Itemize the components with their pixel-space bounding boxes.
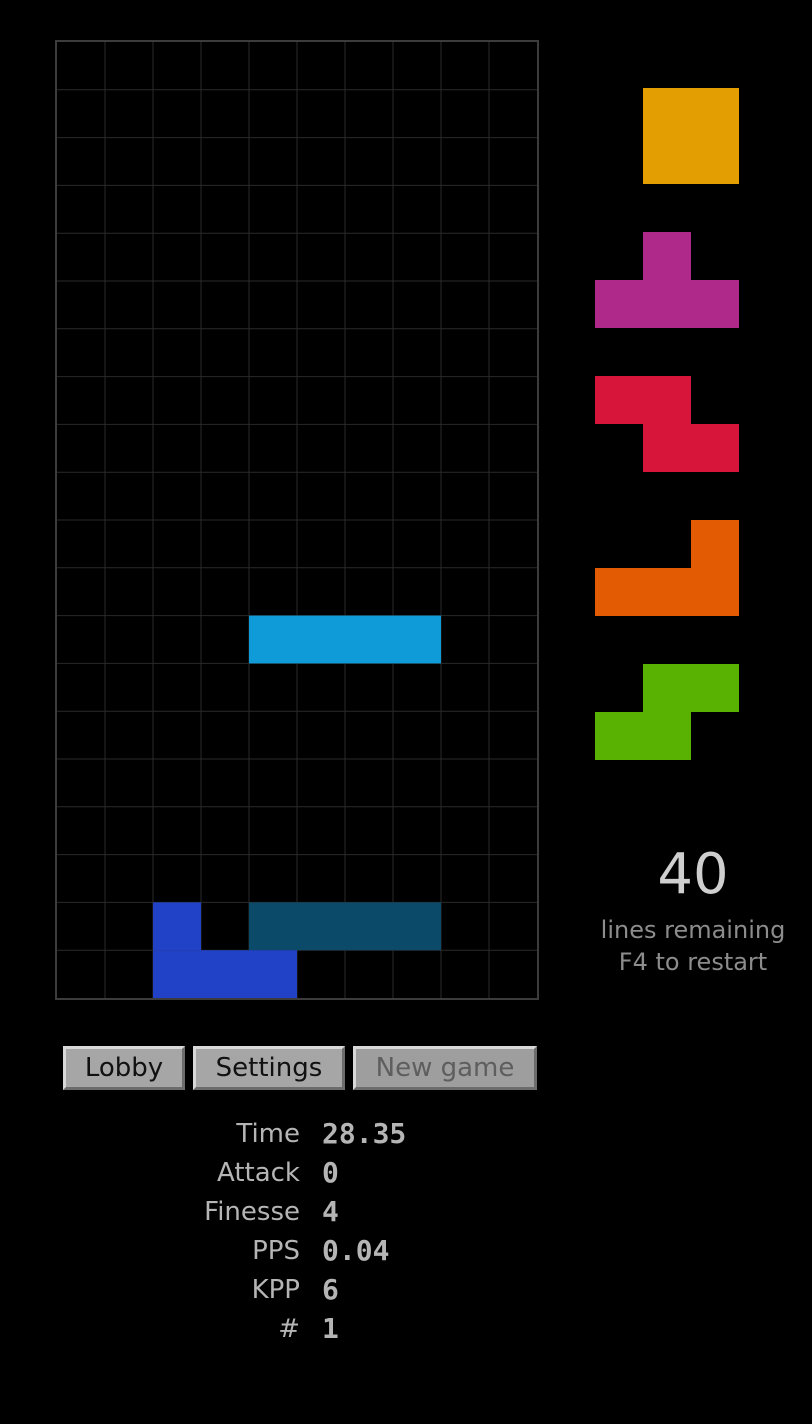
stat-row-piece-count: # 1 — [150, 1309, 406, 1348]
stat-label: KPP — [251, 1274, 300, 1305]
stat-value: 0 — [322, 1156, 339, 1189]
new-game-button[interactable]: New game — [353, 1046, 537, 1090]
queue-block — [691, 136, 739, 184]
queue-block — [691, 568, 739, 616]
block-i-ghost — [249, 902, 297, 951]
queue-block — [691, 424, 739, 472]
stat-row-kpp: KPP 6 — [150, 1270, 406, 1309]
board-grid — [57, 42, 537, 998]
stat-row-pps: PPS 0.04 — [150, 1231, 406, 1270]
lines-remaining-count: 40 — [657, 842, 729, 907]
queue-block — [643, 280, 691, 328]
queue-block — [595, 280, 643, 328]
queue-piece-l — [595, 520, 739, 616]
stats-panel: Time 28.35 Attack 0 Finesse 4 PPS 0.04 K… — [150, 1114, 406, 1348]
queue-piece-z — [595, 376, 739, 472]
block-j — [153, 950, 201, 998]
queue-piece-o — [643, 88, 739, 184]
stat-label: # — [278, 1313, 300, 1344]
queue-block — [595, 712, 643, 760]
stat-row-attack: Attack 0 — [150, 1153, 406, 1192]
queue-block — [595, 568, 643, 616]
queue-block — [643, 712, 691, 760]
stat-value: 1 — [322, 1312, 339, 1345]
stat-label: PPS — [252, 1235, 300, 1266]
queue-block — [691, 520, 739, 568]
stat-label: Attack — [216, 1157, 300, 1188]
block-i-falling — [345, 615, 393, 664]
stat-label: Time — [236, 1118, 300, 1149]
block-i-ghost — [345, 902, 393, 951]
block-i-falling — [249, 615, 297, 664]
block-i-ghost — [297, 902, 345, 951]
stat-value: 6 — [322, 1273, 339, 1306]
lines-remaining-label: lines remaining — [600, 916, 786, 944]
block-i-falling — [393, 615, 441, 664]
queue-block — [643, 376, 691, 424]
game-board — [55, 40, 539, 1000]
queue-piece-t — [595, 232, 739, 328]
stat-value: 28.35 — [322, 1117, 407, 1150]
stat-value: 0.04 — [322, 1234, 390, 1267]
lobby-button[interactable]: Lobby — [63, 1046, 185, 1090]
queue-block — [691, 88, 739, 136]
queue-piece-s — [595, 664, 739, 760]
block-i-ghost — [393, 902, 441, 951]
queue-block — [643, 664, 691, 712]
restart-hint: F4 to restart — [618, 948, 768, 976]
stat-value: 4 — [322, 1195, 339, 1228]
block-i-falling — [297, 615, 345, 664]
stat-row-time: Time 28.35 — [150, 1114, 406, 1153]
stat-label: Finesse — [204, 1196, 300, 1227]
queue-block — [691, 664, 739, 712]
queue-block — [691, 280, 739, 328]
queue-block — [643, 568, 691, 616]
block-j — [249, 950, 297, 998]
block-j — [153, 902, 201, 951]
queue-block — [595, 376, 643, 424]
queue-block — [643, 136, 691, 184]
block-j — [201, 950, 249, 998]
settings-button[interactable]: Settings — [193, 1046, 345, 1090]
stat-row-finesse: Finesse 4 — [150, 1192, 406, 1231]
next-piece-queue — [595, 88, 739, 760]
queue-block — [643, 232, 691, 280]
queue-block — [643, 88, 691, 136]
queue-block — [643, 424, 691, 472]
